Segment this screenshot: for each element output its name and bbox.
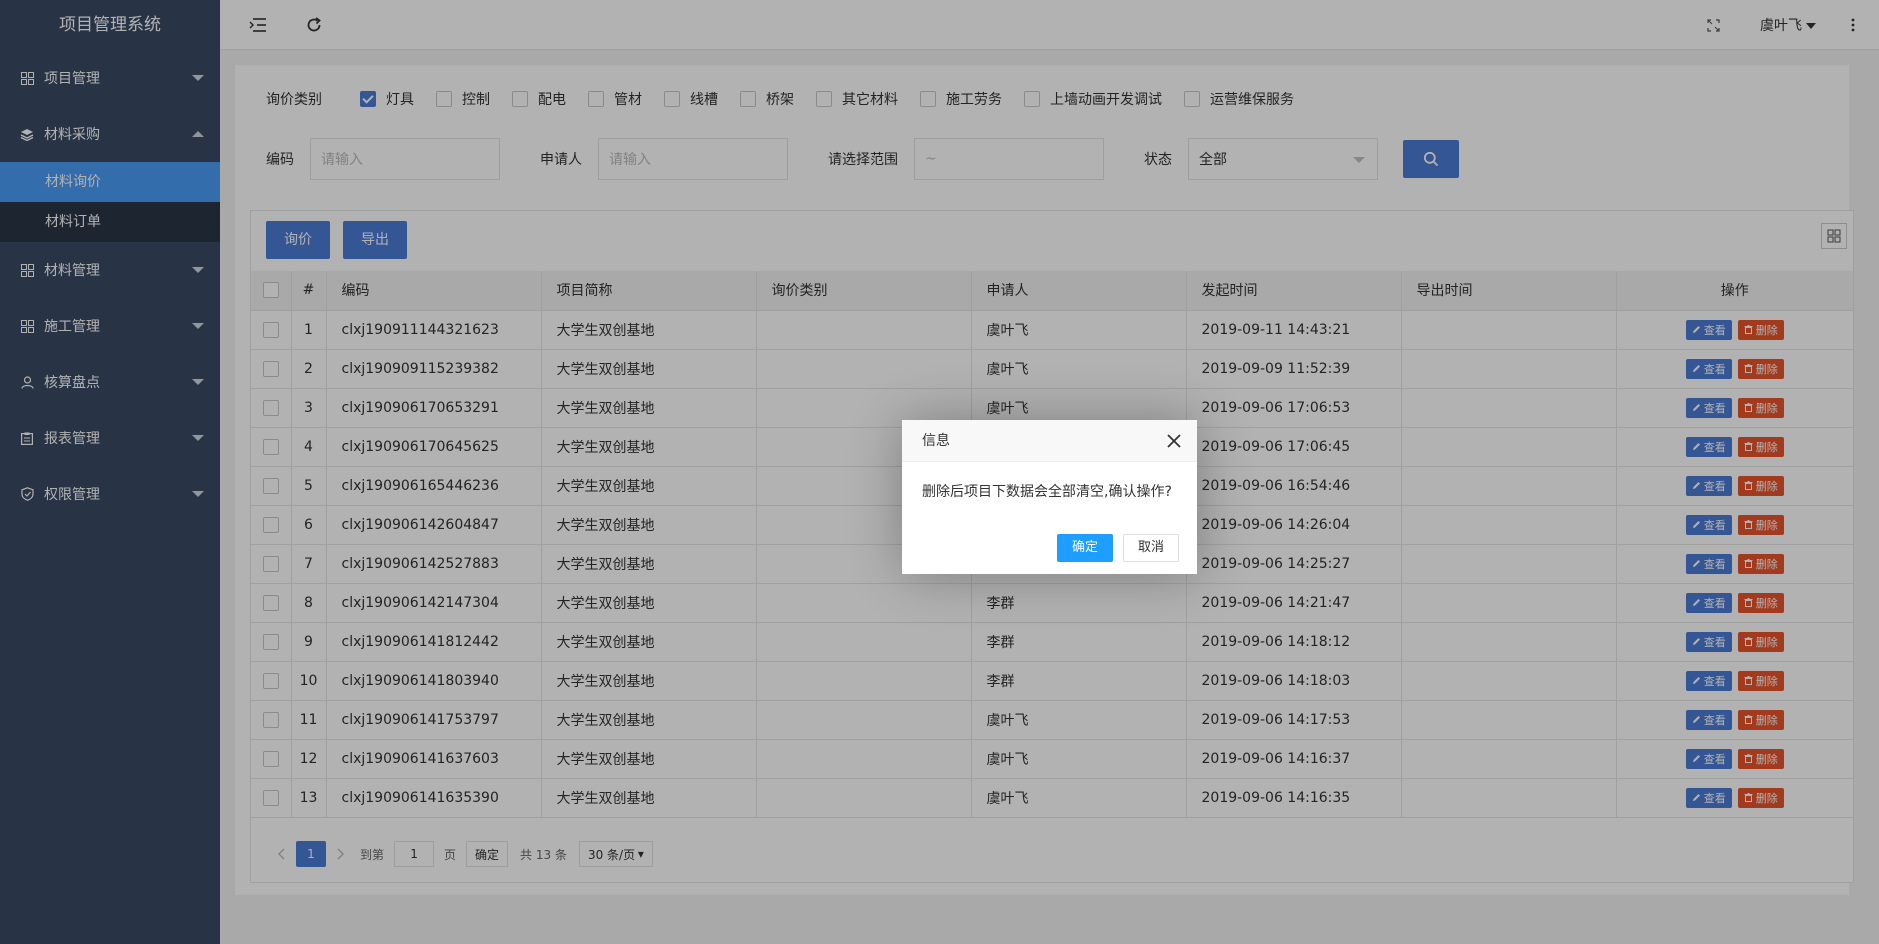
dialog-title: 信息 [902, 420, 1197, 462]
confirm-button[interactable]: 确定 [1056, 534, 1113, 562]
cancel-button[interactable]: 取消 [1122, 534, 1179, 562]
close-icon[interactable] [1165, 432, 1183, 450]
dialog-message: 删除后项目下数据会全部清空,确认操作? [922, 484, 1172, 500]
dialog-buttons: 确定 取消 [1047, 534, 1179, 562]
confirm-dialog: 信息 删除后项目下数据会全部清空,确认操作? 确定 取消 [902, 420, 1197, 574]
